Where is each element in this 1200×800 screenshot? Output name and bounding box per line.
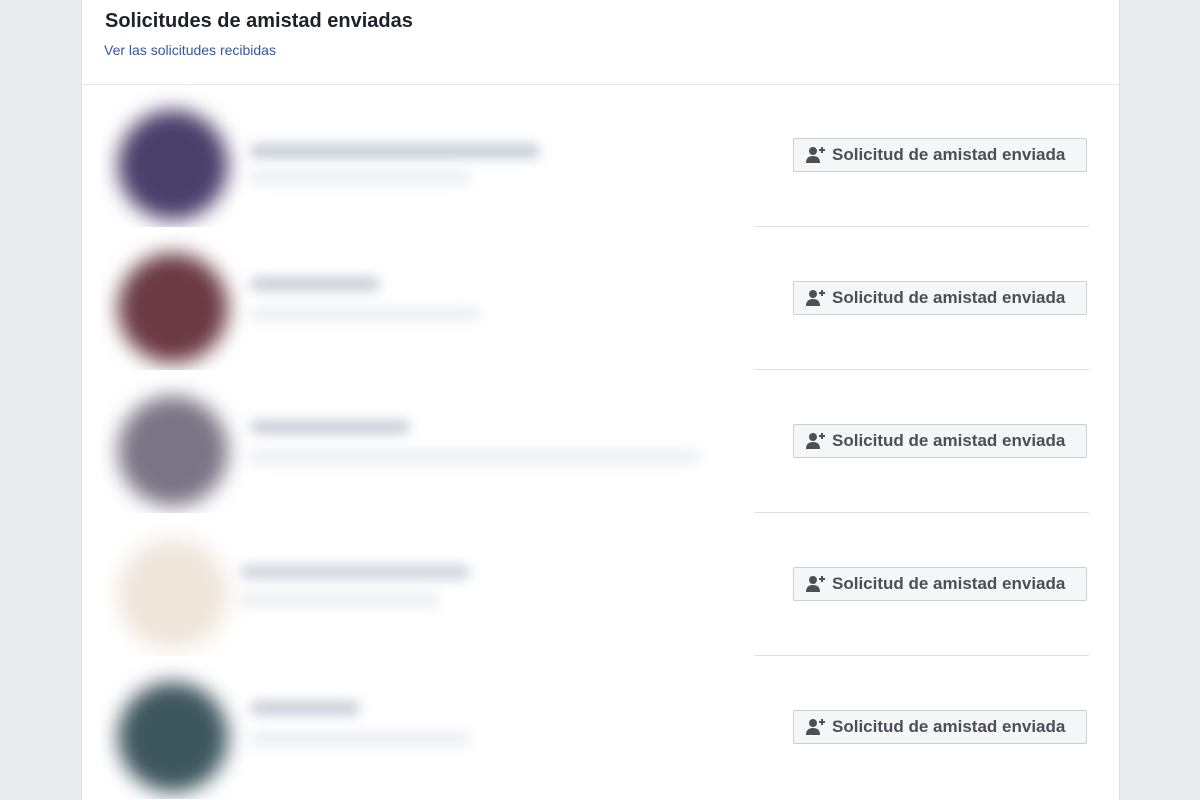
panel-header: Solicitudes de amistad enviadas Ver las … bbox=[82, 0, 1119, 85]
blurred-details bbox=[240, 593, 440, 607]
avatar bbox=[118, 682, 228, 792]
blurred-name bbox=[240, 565, 470, 579]
button-label: Solicitud de amistad enviada bbox=[832, 574, 1066, 593]
person-add-icon bbox=[806, 147, 825, 163]
list-item: Solicitud de amistad enviada bbox=[82, 227, 1119, 370]
blurred-details bbox=[250, 307, 480, 321]
friend-request-sent-button[interactable]: Solicitud de amistad enviada bbox=[793, 424, 1087, 458]
person-add-icon bbox=[806, 433, 825, 449]
avatar bbox=[118, 396, 228, 506]
blurred-profile bbox=[100, 656, 753, 799]
person-add-icon bbox=[806, 290, 825, 306]
blurred-details bbox=[250, 732, 470, 746]
page-title: Solicitudes de amistad enviadas bbox=[105, 10, 413, 32]
button-label: Solicitud de amistad enviada bbox=[832, 717, 1066, 736]
list-item: Solicitud de amistad enviada bbox=[82, 513, 1119, 656]
blurred-details bbox=[250, 450, 700, 464]
list-item: Solicitud de amistad enviada bbox=[82, 370, 1119, 513]
blurred-name bbox=[250, 144, 540, 158]
sent-requests-panel: Solicitudes de amistad enviadas Ver las … bbox=[81, 0, 1120, 800]
blurred-details bbox=[250, 170, 470, 184]
friend-request-sent-button[interactable]: Solicitud de amistad enviada bbox=[793, 138, 1087, 172]
blurred-profile bbox=[100, 513, 753, 656]
avatar bbox=[118, 253, 228, 363]
friend-request-sent-button[interactable]: Solicitud de amistad enviada bbox=[793, 281, 1087, 315]
blurred-profile bbox=[100, 84, 753, 227]
blurred-profile bbox=[100, 227, 753, 370]
avatar bbox=[118, 110, 228, 220]
blurred-name bbox=[250, 277, 380, 291]
blurred-name bbox=[250, 420, 410, 434]
blurred-profile bbox=[100, 370, 753, 513]
person-add-icon bbox=[806, 719, 825, 735]
friend-request-sent-button[interactable]: Solicitud de amistad enviada bbox=[793, 710, 1087, 744]
friend-request-sent-button[interactable]: Solicitud de amistad enviada bbox=[793, 567, 1087, 601]
button-label: Solicitud de amistad enviada bbox=[832, 145, 1066, 164]
blurred-name bbox=[250, 701, 360, 715]
avatar bbox=[118, 539, 228, 649]
list-item: Solicitud de amistad enviada bbox=[82, 656, 1119, 799]
request-list: Solicitud de amistad enviada Solicitud d… bbox=[82, 84, 1119, 799]
button-label: Solicitud de amistad enviada bbox=[832, 288, 1066, 307]
list-item: Solicitud de amistad enviada bbox=[82, 84, 1119, 227]
person-add-icon bbox=[806, 576, 825, 592]
button-label: Solicitud de amistad enviada bbox=[832, 431, 1066, 450]
received-requests-link[interactable]: Ver las solicitudes recibidas bbox=[104, 42, 276, 58]
